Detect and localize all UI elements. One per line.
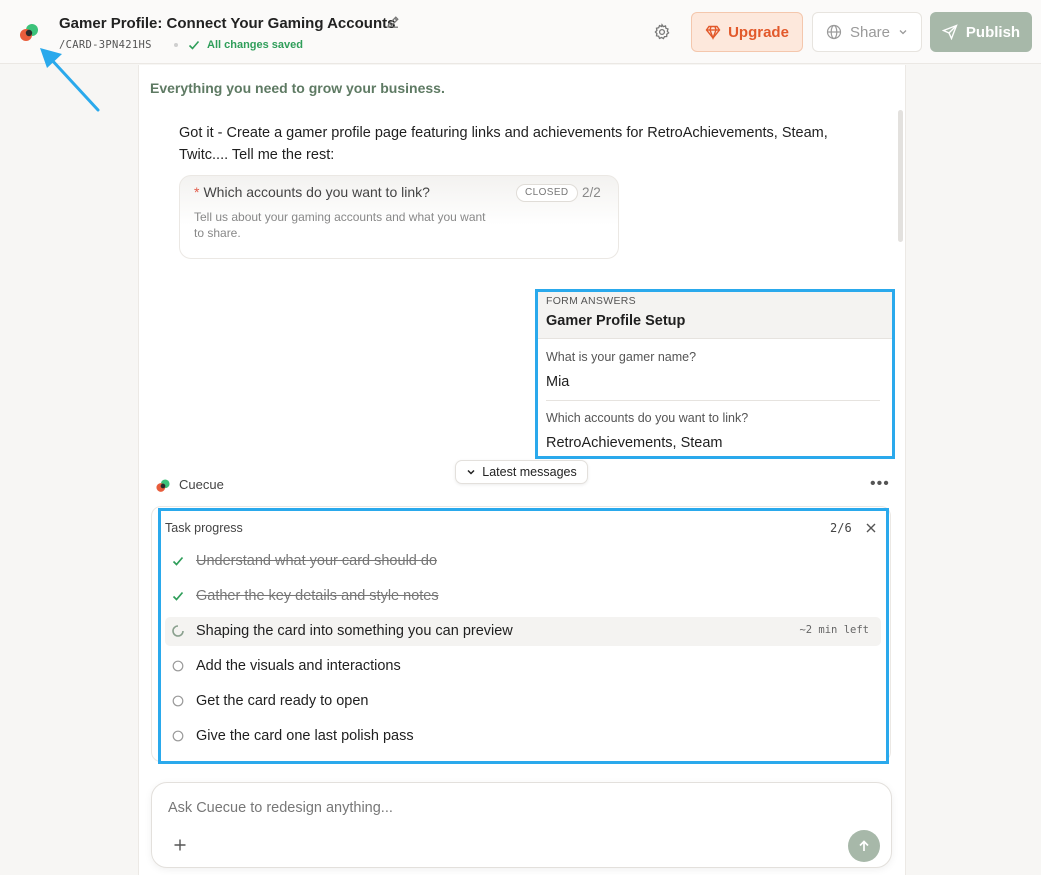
publish-button[interactable]: Publish <box>930 12 1032 52</box>
circle-icon <box>172 730 184 742</box>
globe-icon <box>826 24 842 40</box>
share-label: Share <box>849 23 891 41</box>
task-step: Gather the key details and style notes <box>165 582 881 611</box>
task-step: Get the card ready to open <box>165 687 881 716</box>
chevron-down-icon <box>899 30 907 35</box>
more-options-button[interactable]: ••• <box>870 475 890 493</box>
task-step: Shaping the card into something you can … <box>165 617 881 646</box>
send-icon <box>941 24 958 40</box>
check-icon <box>172 591 184 601</box>
required-mark: * <box>194 184 200 200</box>
task-step-label: Give the card one last polish pass <box>196 728 414 744</box>
task-step: Add the visuals and interactions <box>165 652 881 681</box>
status-badge: CLOSED <box>516 184 578 202</box>
circle-icon <box>172 660 184 672</box>
task-progress-title: Task progress <box>165 521 243 535</box>
upgrade-label: Upgrade <box>728 23 789 41</box>
upgrade-button[interactable]: Upgrade <box>691 12 803 52</box>
question-card[interactable]: * Which accounts do you want to link? CLO… <box>179 175 619 259</box>
publish-label: Publish <box>965 23 1021 41</box>
form-answer: Mia <box>546 374 570 390</box>
question-count: 2/2 <box>582 185 601 200</box>
latest-messages-button[interactable]: Latest messages <box>455 460 588 484</box>
chat-scrollbar[interactable] <box>898 110 903 242</box>
task-step-label: Add the visuals and interactions <box>196 658 401 674</box>
task-progress-card: Task progress 2/6 Understand what your c… <box>158 508 889 764</box>
tagline: Everything you need to grow your busines… <box>150 80 445 96</box>
agent-name: Cuecue <box>179 477 224 492</box>
task-step-label: Understand what your card should do <box>196 553 438 569</box>
message-composer <box>151 782 892 868</box>
page-title: Gamer Profile: Connect Your Gaming Accou… <box>59 15 396 32</box>
form-title: Gamer Profile Setup <box>546 313 686 329</box>
share-button[interactable]: Share <box>812 12 922 52</box>
save-status: All changes saved <box>207 39 303 51</box>
send-button[interactable] <box>848 830 880 862</box>
form-answers-card: FORM ANSWERS Gamer Profile Setup What is… <box>535 289 895 459</box>
divider <box>546 400 880 401</box>
assistant-message: Got it - Create a gamer profile page fea… <box>179 125 828 163</box>
task-eta: ~2 min left <box>799 624 869 636</box>
task-step: Understand what your card should do <box>165 547 881 576</box>
plus-icon[interactable] <box>172 837 188 853</box>
chevron-down-icon <box>467 469 475 475</box>
circle-icon <box>172 695 184 707</box>
agent-avatar-icon <box>156 479 170 492</box>
prompt-input[interactable] <box>168 797 848 819</box>
form-question: What is your gamer name? <box>546 350 697 364</box>
arrow-up-icon <box>859 840 869 851</box>
top-bar: Gamer Profile: Connect Your Gaming Accou… <box>0 0 1041 64</box>
question-description: Tell us about your gaming accounts and w… <box>194 210 486 240</box>
question-title: * Which accounts do you want to link? <box>194 184 430 200</box>
check-icon <box>172 556 184 566</box>
form-question: Which accounts do you want to link? <box>546 411 749 425</box>
task-step-label: Get the card ready to open <box>196 693 369 709</box>
latest-messages-label: Latest messages <box>482 465 577 479</box>
task-step-label: Shaping the card into something you can … <box>196 623 513 639</box>
task-step: Give the card one last polish pass <box>165 722 881 751</box>
task-progress-count: 2/6 <box>830 521 852 535</box>
annotation-arrow <box>40 48 100 112</box>
separator-dot <box>174 43 178 47</box>
close-icon[interactable] <box>864 521 878 535</box>
gem-icon <box>705 25 721 40</box>
app-logo-icon[interactable] <box>18 22 40 44</box>
question-text: Which accounts do you want to link? <box>203 184 430 200</box>
check-icon <box>188 40 200 50</box>
task-step-label: Gather the key details and style notes <box>196 588 439 604</box>
form-kicker: FORM ANSWERS <box>546 295 636 307</box>
form-answers-header: FORM ANSWERS Gamer Profile Setup <box>538 292 892 339</box>
spinner-icon <box>172 625 184 637</box>
gear-icon[interactable] <box>653 23 671 41</box>
pencil-icon[interactable] <box>385 14 401 30</box>
form-answer: RetroAchievements, Steam <box>546 435 723 451</box>
